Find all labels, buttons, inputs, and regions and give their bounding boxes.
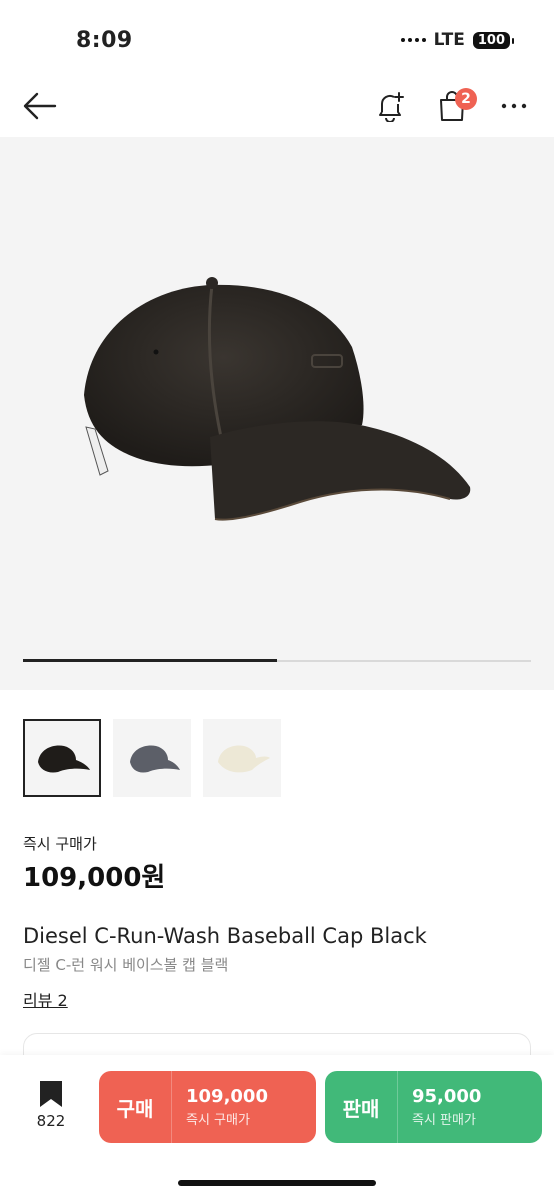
- sell-sub-label: 즉시 판매가: [412, 1113, 476, 1128]
- gallery-progress-fill: [23, 659, 277, 662]
- product-price: 109,000원: [23, 863, 166, 893]
- battery-icon: 100: [472, 31, 515, 49]
- product-image-gallery[interactable]: [0, 137, 554, 690]
- status-indicators: LTE 100: [400, 30, 515, 50]
- sell-label: 판매: [342, 1096, 380, 1121]
- buy-sub-label: 즉시 구매가: [186, 1113, 250, 1128]
- review-link[interactable]: 리뷰 2: [23, 987, 68, 1011]
- thumbnail-gray[interactable]: [113, 719, 191, 797]
- network-label: LTE: [433, 30, 465, 50]
- thumbnail-black[interactable]: [23, 719, 101, 797]
- buy-label: 구매: [116, 1096, 154, 1121]
- cart-count-badge: 2: [455, 88, 477, 110]
- sell-price: 95,000: [412, 1086, 482, 1107]
- product-name-en: Diesel C-Run-Wash Baseball Cap Black: [23, 924, 427, 948]
- product-cap-image: [84, 277, 471, 521]
- product-name-ko: 디젤 C-런 워시 베이스볼 캡 블랙: [23, 956, 229, 974]
- status-time: 8:09: [76, 28, 133, 53]
- more-options-icon[interactable]: [494, 86, 534, 126]
- sell-button[interactable]: 판매 95,000 즉시 판매가: [325, 1071, 542, 1143]
- bookmark-button[interactable]: 822: [24, 1080, 78, 1130]
- back-arrow-icon[interactable]: [20, 86, 60, 126]
- price-label: 즉시 구매가: [23, 835, 97, 853]
- bookmark-icon: [40, 1081, 62, 1107]
- bookmark-count: 822: [36, 1112, 66, 1130]
- notification-add-icon[interactable]: [370, 86, 410, 126]
- buy-button[interactable]: 구매 109,000 즉시 구매가: [99, 1071, 316, 1143]
- home-indicator: [178, 1180, 376, 1186]
- signal-icon: [400, 38, 426, 42]
- thumbnail-cream[interactable]: [203, 719, 281, 797]
- buy-price: 109,000: [186, 1086, 268, 1107]
